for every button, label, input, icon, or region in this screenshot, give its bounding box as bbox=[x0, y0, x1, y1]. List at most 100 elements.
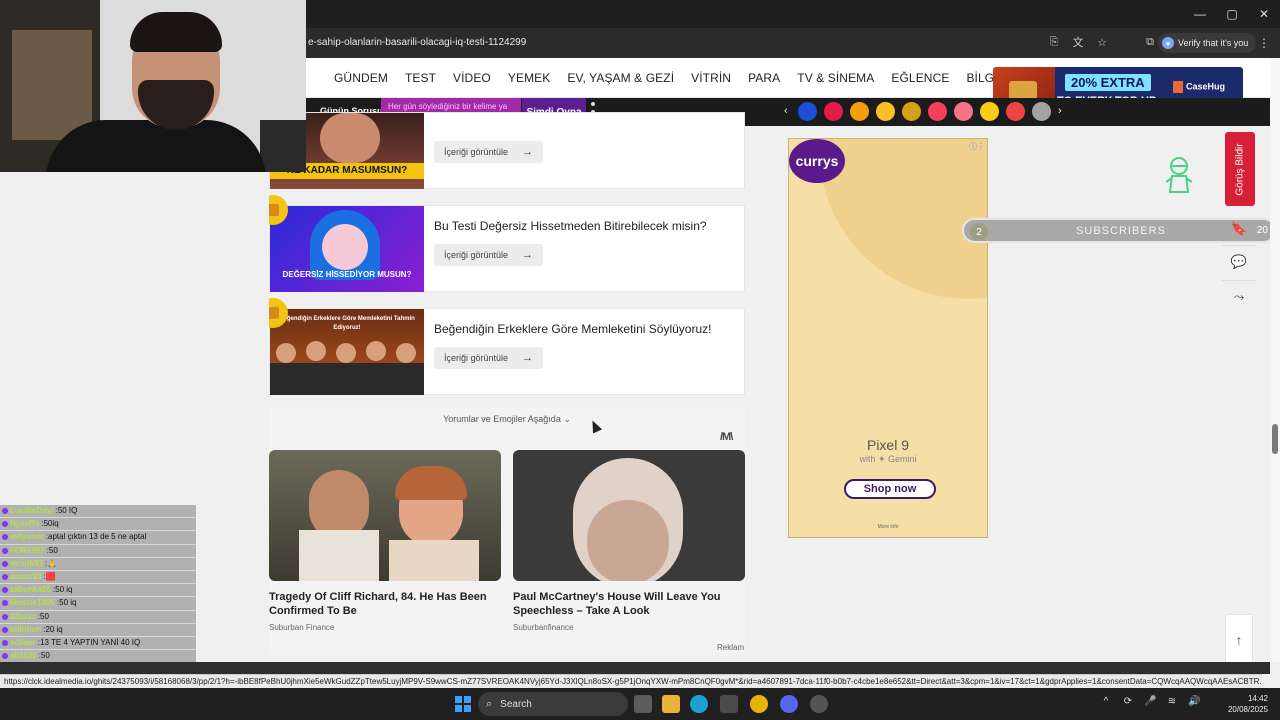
clock[interactable]: 14:42 20/08/2025 bbox=[1220, 693, 1268, 715]
chat-text: 50 bbox=[40, 611, 49, 621]
file-explorer-icon[interactable] bbox=[662, 695, 680, 713]
chat-message: zabunka55: 50 iq bbox=[0, 584, 196, 598]
card-title[interactable]: Beğendiğin Erkeklere Göre Memleketini Sö… bbox=[434, 322, 711, 336]
ad-title[interactable]: Paul McCartney's House Will Leave You Sp… bbox=[513, 590, 745, 618]
mgid-logo[interactable]: /M\ bbox=[720, 431, 733, 443]
scroll-to-top-button[interactable]: ↑ bbox=[1225, 614, 1253, 666]
ad-image[interactable] bbox=[513, 450, 745, 581]
ad-card[interactable]: Paul McCartney's House Will Leave You Sp… bbox=[513, 450, 745, 632]
card-thumbnail: DEĞERSİZ HİSSEDİYOR MUSUN? bbox=[270, 206, 424, 292]
url-text[interactable]: e-sahip-olanlarin-basarili-olacagi-iq-te… bbox=[308, 37, 526, 48]
emoji-reaction-icon[interactable] bbox=[824, 102, 843, 121]
task-view-icon[interactable] bbox=[634, 695, 652, 713]
view-content-button[interactable]: İçeriği görüntüle → bbox=[434, 347, 544, 369]
time: 14:42 bbox=[1247, 694, 1268, 703]
subscribers-right: 20 bbox=[1256, 225, 1268, 236]
chevron-up-icon[interactable]: ^ bbox=[1100, 696, 1112, 707]
volume-icon[interactable]: 🔊 bbox=[1188, 696, 1200, 707]
maximize-icon[interactable]: ▢ bbox=[1216, 0, 1248, 28]
chat-username: mrsnk93 bbox=[10, 558, 43, 568]
nav-item-gundem[interactable]: GÜNDEM bbox=[334, 71, 388, 85]
page-scrollbar[interactable] bbox=[1270, 58, 1280, 662]
comments-toggle[interactable]: Yorumlar ve Emojiler Aşağıda ⌄ bbox=[269, 414, 745, 425]
ad-info-icon[interactable]: ⓘ⋮ bbox=[969, 141, 985, 152]
mic-icon[interactable]: 🎤 bbox=[1144, 696, 1156, 707]
view-content-button[interactable]: İçeriği görüntüle → bbox=[434, 244, 544, 266]
chat-text: 13 TE 4 YAPTIN YANİ 40 IQ bbox=[40, 637, 141, 647]
button-label: İçeriği görüntüle bbox=[444, 147, 509, 157]
content-card[interactable]: NE KADAR MASUMSUN? İçeriği görüntüle → bbox=[269, 112, 745, 189]
emoji-reaction-icon[interactable] bbox=[1006, 102, 1025, 121]
chat-username: omarr93 bbox=[10, 572, 42, 582]
nav-item-para[interactable]: PARA bbox=[748, 71, 780, 85]
close-icon[interactable]: ✕ bbox=[1248, 0, 1280, 28]
arrow-right-icon: → bbox=[522, 146, 534, 158]
browser-menu-icon[interactable]: ⋮ bbox=[1258, 36, 1270, 50]
user-badge-icon bbox=[2, 547, 8, 554]
emoji-reaction-icon[interactable] bbox=[954, 102, 973, 121]
share-icon[interactable]: ⤳ bbox=[1230, 288, 1248, 306]
webcam-overlay bbox=[0, 0, 306, 172]
app-icon[interactable] bbox=[810, 695, 828, 713]
page-bottom-strip bbox=[0, 662, 1270, 674]
translate-icon[interactable]: 文 bbox=[1070, 34, 1086, 50]
bookmark-icon[interactable]: 🔖 bbox=[1230, 220, 1248, 238]
nav-item-test[interactable]: TEST bbox=[405, 71, 436, 85]
chevron-left-icon[interactable]: ‹ bbox=[784, 105, 788, 117]
button-label: İçeriği görüntüle bbox=[444, 353, 509, 363]
chat-message: FOR1907: 50 bbox=[0, 544, 196, 558]
nav-item-vitrin[interactable]: VİTRİN bbox=[691, 71, 731, 85]
sync-icon[interactable]: ⟳ bbox=[1122, 696, 1134, 707]
chevron-down-icon: ⌄ bbox=[563, 414, 571, 424]
emoji-reaction-icon[interactable] bbox=[798, 102, 817, 121]
install-app-icon[interactable]: ⎘ bbox=[1046, 34, 1062, 50]
taskbar-search[interactable]: ⌕ Search bbox=[478, 692, 628, 716]
emoji-reaction-icon[interactable] bbox=[928, 102, 947, 121]
nav-menu: GÜNDEM TEST VİDEO YEMEK EV, YAŞAM & GEZİ… bbox=[334, 71, 1038, 85]
store-icon[interactable] bbox=[720, 695, 738, 713]
minimize-icon[interactable]: — bbox=[1184, 0, 1216, 28]
nav-item-yemek[interactable]: YEMEK bbox=[508, 71, 551, 85]
chat-username: mdyoner bbox=[10, 532, 44, 542]
user-badge-icon bbox=[2, 613, 8, 620]
emoji-reaction-icon[interactable] bbox=[980, 102, 999, 121]
window-controls: — ▢ ✕ bbox=[1184, 0, 1280, 28]
emoji-reaction-icon[interactable] bbox=[876, 102, 895, 121]
verify-profile-button[interactable]: ● Verify that it's you bbox=[1158, 33, 1257, 53]
scrollbar-thumb[interactable] bbox=[1272, 424, 1278, 454]
side-banner-ad[interactable]: currys ⓘ⋮ Pixel 9 with ✦ Gemini Shop now… bbox=[788, 138, 988, 538]
extensions-icon[interactable]: ⧉ bbox=[1142, 34, 1158, 50]
nav-item-tv-sinema[interactable]: TV & SİNEMA bbox=[797, 71, 874, 85]
comments-icon[interactable]: 💬 bbox=[1230, 253, 1248, 271]
ad-subtitle: with ✦ Gemini bbox=[859, 454, 917, 464]
chrome-icon[interactable] bbox=[750, 695, 768, 713]
chevron-right-icon[interactable]: › bbox=[1058, 105, 1062, 117]
user-badge-icon bbox=[2, 639, 8, 646]
divider bbox=[1222, 245, 1256, 246]
more-info-link[interactable]: More info bbox=[789, 524, 987, 530]
robot-mascot-icon[interactable] bbox=[1166, 156, 1192, 196]
ad-image[interactable] bbox=[269, 450, 501, 581]
card-title[interactable]: Bu Testi Değersiz Hissetmeden Bitirebile… bbox=[434, 219, 707, 233]
windows-start-icon[interactable] bbox=[455, 696, 471, 712]
chat-message: Muscle1905: 50 iq bbox=[0, 597, 196, 611]
view-content-button[interactable]: İçeriği görüntüle → bbox=[434, 141, 544, 163]
emoji-reaction-icon[interactable] bbox=[902, 102, 921, 121]
bookmark-star-icon[interactable]: ☆ bbox=[1094, 34, 1110, 50]
ad-title[interactable]: Tragedy Of Cliff Richard, 84. He Has Bee… bbox=[269, 590, 501, 618]
content-card[interactable]: Beğendiğin Erkeklere Göre Memleketini Ta… bbox=[269, 308, 745, 395]
shop-now-button[interactable]: Shop now bbox=[844, 479, 936, 499]
chat-username: xclider bbox=[10, 637, 36, 647]
search-icon: ⌕ bbox=[486, 697, 493, 710]
ad-card[interactable]: Tragedy Of Cliff Richard, 84. He Has Bee… bbox=[269, 450, 501, 632]
nav-item-ev-yasam[interactable]: EV, YAŞAM & GEZİ bbox=[567, 71, 674, 85]
feedback-button[interactable]: Görüş Bildir bbox=[1225, 132, 1255, 206]
wifi-icon[interactable]: ≋ bbox=[1166, 696, 1178, 707]
content-card[interactable]: DEĞERSİZ HİSSEDİYOR MUSUN? Bu Testi Değe… bbox=[269, 205, 745, 292]
emoji-reaction-icon[interactable] bbox=[1032, 102, 1051, 121]
edge-icon[interactable] bbox=[690, 695, 708, 713]
emoji-reaction-icon[interactable] bbox=[850, 102, 869, 121]
nav-item-video[interactable]: VİDEO bbox=[453, 71, 491, 85]
nav-item-eglence[interactable]: EĞLENCE bbox=[891, 71, 949, 85]
discord-icon[interactable] bbox=[780, 695, 798, 713]
